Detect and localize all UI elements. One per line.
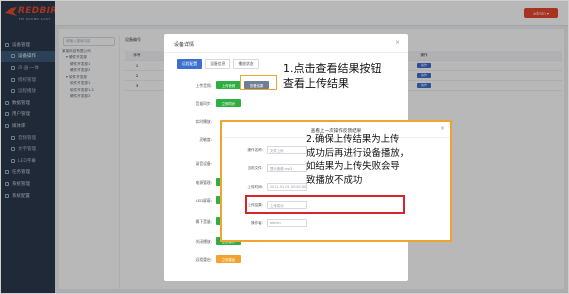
step2-line1: 2.确保上传结果为上传 bbox=[306, 134, 400, 145]
dialog-tabs: 远程配置 设备信息 播放状态 bbox=[177, 59, 259, 69]
form-label: 远程重启: bbox=[195, 257, 212, 262]
close-icon[interactable]: × bbox=[440, 125, 445, 132]
dialog-tab[interactable]: 播放状态 bbox=[233, 59, 259, 69]
form-label: LED屏幕: bbox=[195, 198, 212, 203]
dialog-tab[interactable]: 设备信息 bbox=[205, 59, 231, 69]
form-row: 远程重启: 立即重启 bbox=[164, 255, 408, 265]
step1-callout: 1.点击查看结果按钮 查看上传结果 bbox=[283, 61, 382, 91]
form-label: 实时播放: bbox=[195, 119, 212, 124]
form-label: 录音设备: bbox=[195, 161, 212, 166]
form-row: 音量同步: 立即同步 bbox=[164, 99, 408, 109]
form-label: 灵敏度: bbox=[199, 137, 212, 142]
dialog-title: 设备详情 bbox=[174, 42, 195, 48]
form-label: 上传音频: bbox=[195, 83, 212, 88]
step2-line3: 如结果为上传失败会导 bbox=[306, 161, 400, 172]
step1-line2: 查看上传结果 bbox=[283, 77, 349, 90]
step2-line4: 致播放不成功 bbox=[306, 174, 363, 186]
result-value-field: 文件上传 bbox=[267, 146, 307, 154]
dialog-tab[interactable]: 远程配置 bbox=[177, 59, 203, 69]
form-label: 电源管理: bbox=[195, 180, 212, 185]
step2-callout: 2.确保上传结果为上传 成功后再进行设备播放， 如结果为上传失败会导 致播放不成… bbox=[306, 133, 409, 187]
result-value-field: admin bbox=[267, 219, 307, 227]
step1-line1: 1.点击查看结果按钮 bbox=[283, 62, 382, 75]
result-label: 上传时间: bbox=[247, 185, 263, 189]
form-label: 关闭播放: bbox=[195, 239, 212, 244]
form-label: 音量同步: bbox=[195, 101, 212, 106]
result-label: 操作名称: bbox=[247, 148, 263, 152]
result-value-field: 提示音频.mp3 bbox=[267, 164, 307, 172]
result-row: 操作者: admin bbox=[222, 219, 450, 228]
result-value-field: 2021-01-01 00:00:00 bbox=[267, 183, 307, 191]
close-icon[interactable]: × bbox=[395, 39, 400, 46]
divider bbox=[164, 52, 408, 53]
upload-result-highlight bbox=[245, 195, 405, 214]
result-label: 操作者: bbox=[251, 221, 263, 225]
step2-line2: 成功后再进行设备播放， bbox=[306, 147, 410, 159]
result-label: 当前文件: bbox=[247, 166, 263, 170]
action-button[interactable]: 立即重启 bbox=[216, 255, 241, 263]
app-window: REDBIRD FM SOUND CAST 设备管理 设备操作 声·画·一体 授权管理… bbox=[0, 0, 569, 294]
action-button[interactable]: 立即同步 bbox=[216, 99, 241, 107]
action-button[interactable]: 上传音频 bbox=[216, 81, 241, 89]
form-label: 摘下音量: bbox=[195, 219, 212, 224]
view-result-highlight bbox=[240, 75, 277, 90]
